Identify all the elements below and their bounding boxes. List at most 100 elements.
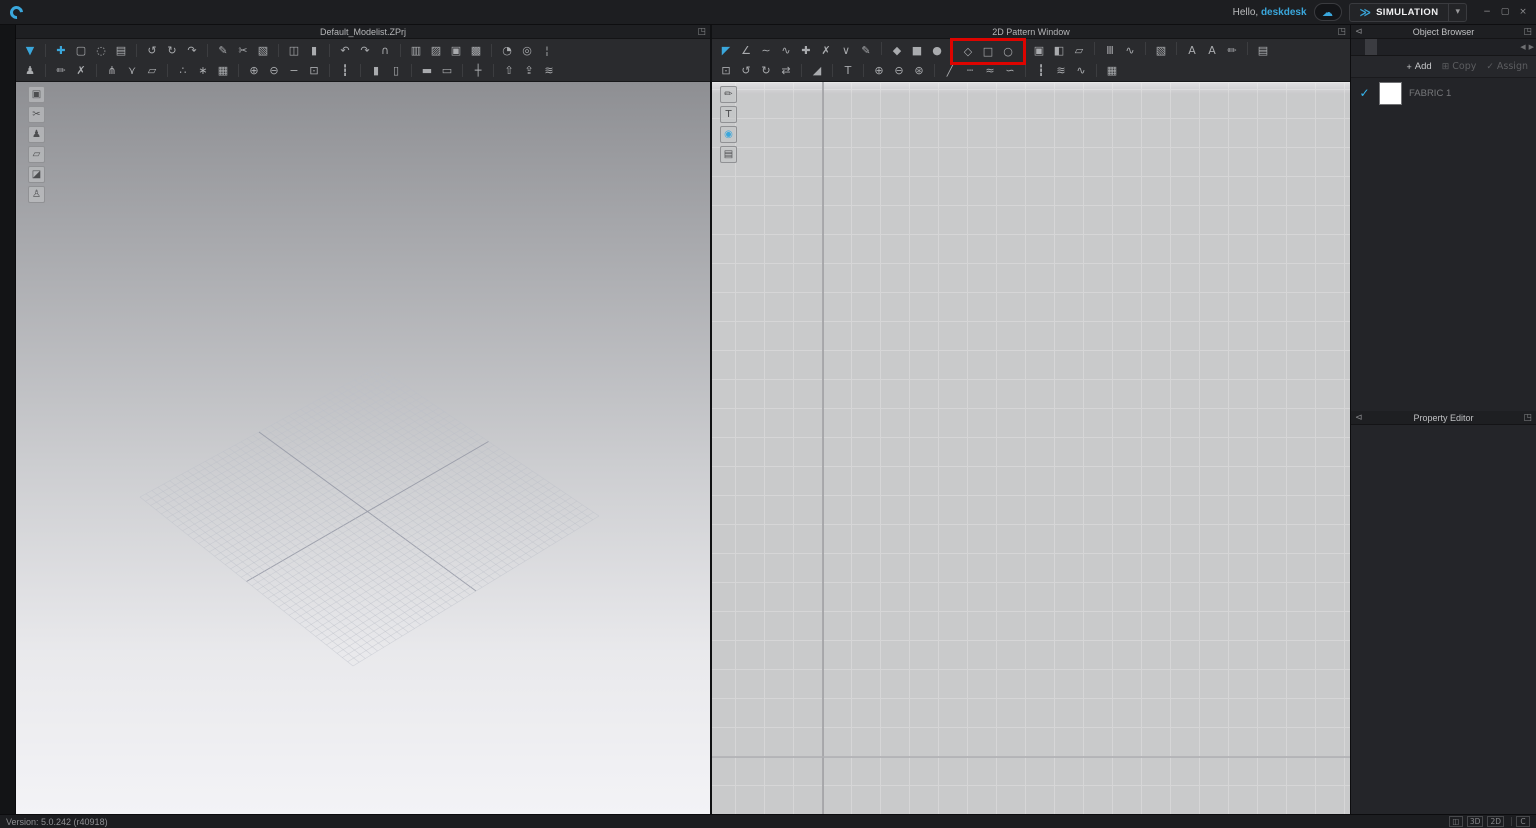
tab-buttonhole[interactable] — [1389, 39, 1401, 55]
button-tool[interactable]: ⊕ — [245, 62, 264, 79]
clo-set-cloud-button[interactable]: ☁ — [1314, 3, 1342, 21]
undock-icon[interactable]: ◳ — [1523, 25, 1532, 39]
fabric-list-item[interactable]: ✓FABRIC 1 — [1351, 78, 1536, 108]
tab-fabric[interactable] — [1365, 39, 1377, 55]
iron-tool[interactable]: ◢ — [808, 62, 827, 79]
fur-brush-tool[interactable]: ∴ — [174, 62, 193, 79]
simulate-tool[interactable]: ▼ — [21, 42, 40, 59]
flake-tool[interactable]: ∗ — [194, 62, 213, 79]
internal-polygon-tool[interactable]: ◇ — [959, 43, 978, 60]
fit-to-avatar-tool[interactable]: ◫ — [285, 42, 304, 59]
zipper-lock-tool[interactable]: ⊡ — [305, 62, 324, 79]
pin-tool[interactable]: ✏ — [52, 62, 71, 79]
tab-scene[interactable] — [1353, 39, 1365, 55]
trim-x-tool[interactable]: ⋔ — [103, 62, 122, 79]
unfold-tool[interactable]: ⊡ — [717, 62, 736, 79]
layout-split-button[interactable]: ◫ — [1449, 816, 1463, 827]
export-pattern-tool[interactable]: ▤ — [1254, 42, 1273, 59]
select-box-tool[interactable]: ▢ — [72, 42, 91, 59]
show-avatar-toggle[interactable]: ♟ — [28, 126, 45, 143]
text-tool[interactable]: A — [1203, 42, 1222, 59]
symmetric-paste-tool[interactable]: ⇄ — [777, 62, 796, 79]
transform-pattern-tool[interactable]: ◤ — [717, 42, 736, 59]
free-sewing-tool[interactable]: ▧ — [254, 42, 273, 59]
pin-remove-tool[interactable]: ✗ — [72, 62, 91, 79]
print-layout-tool[interactable]: ▧ — [1152, 42, 1171, 59]
buttonhole-tool[interactable]: ⊖ — [265, 62, 284, 79]
edit-curvature-tool[interactable]: ∿ — [777, 42, 796, 59]
dock-pin-icon[interactable]: ⊲ — [1355, 25, 1363, 39]
close-button[interactable]: × — [1516, 6, 1530, 19]
zipper-tool[interactable]: ┇ — [336, 62, 355, 79]
tab-scroll-right-icon[interactable]: ▶ — [1529, 43, 1534, 51]
base-line-tool[interactable]: ◧ — [1050, 42, 1069, 59]
username[interactable]: deskdesk — [1261, 7, 1307, 18]
buttonhole-place-tool[interactable]: ⊖ — [890, 62, 909, 79]
undock-icon[interactable]: ◳ — [697, 25, 706, 39]
3d-viewport[interactable]: ▣✂♟▱◪♙ — [16, 82, 710, 814]
zipper-2d-tool[interactable]: ┇ — [1032, 62, 1051, 79]
show-base-pattern-toggle[interactable]: ▤ — [720, 146, 737, 163]
quilt-tool[interactable]: ▩ — [467, 42, 486, 59]
align-center-tool[interactable]: ┼ — [469, 62, 488, 79]
edit-cut-tool[interactable]: ✗ — [817, 42, 836, 59]
select-mesh-lasso-tool[interactable]: ◔ — [498, 42, 517, 59]
minimize-button[interactable]: − — [1480, 6, 1494, 19]
select-move-tool[interactable]: ✚ — [52, 42, 71, 59]
magnifier-tool[interactable]: ◎ — [518, 42, 537, 59]
simulation-dropdown-button[interactable]: ▾ — [1448, 4, 1466, 21]
polygon-pattern-tool[interactable]: ◆ — [888, 42, 907, 59]
avatar-tape-tool[interactable]: ∩ — [376, 42, 395, 59]
fabric-strip-tool[interactable]: ▬ — [418, 62, 437, 79]
seam-allowance-tool[interactable]: ▱ — [1070, 42, 1089, 59]
button-fold-tool[interactable]: ⊛ — [910, 62, 929, 79]
trace-tool[interactable]: ✎ — [857, 42, 876, 59]
sewing-texture-tool[interactable]: ▱ — [143, 62, 162, 79]
dart-tool[interactable]: ▣ — [1030, 42, 1049, 59]
edit-sewing-tool[interactable]: ✎ — [214, 42, 233, 59]
trim-y-tool[interactable]: ⋎ — [123, 62, 142, 79]
button-place-tool[interactable]: ⊕ — [870, 62, 889, 79]
clone-rotate-right-tool[interactable]: ↻ — [757, 62, 776, 79]
show-floor-toggle[interactable]: ▱ — [28, 146, 45, 163]
tab-scroll-left-icon[interactable]: ◀ — [1520, 43, 1525, 51]
reset-2d-arrangement-selected-tool[interactable]: ↻ — [163, 42, 182, 59]
copy-button[interactable]: ⊞ Copy — [1442, 61, 1477, 72]
internal-ellipse-tool[interactable]: ○ — [999, 43, 1018, 60]
ellipse-pattern-tool[interactable]: ● — [928, 42, 947, 59]
gather-tool[interactable]: ∿ — [1072, 62, 1091, 79]
pleats-tool[interactable]: Ⅲ — [1101, 42, 1120, 59]
tab-topstitch[interactable] — [1401, 39, 1413, 55]
fill-grid-tool[interactable]: ▦ — [1103, 62, 1122, 79]
stitch-wave-tool[interactable]: ≋ — [1052, 62, 1071, 79]
activate-3d-garment-tool[interactable]: T — [839, 62, 858, 79]
show-mannequin-toggle[interactable]: ♙ — [28, 186, 45, 203]
pattern-info-toggle[interactable]: ◉ — [720, 126, 737, 143]
restore-button[interactable]: ▢ — [1498, 6, 1512, 19]
upload-garment-tool[interactable]: ⇪ — [520, 62, 539, 79]
reset-2d-arrangement-all-tool[interactable]: ↺ — [143, 42, 162, 59]
fabric-swatch[interactable] — [1379, 82, 1402, 105]
select-lasso-tool[interactable]: ◌ — [92, 42, 111, 59]
layout-3d-button[interactable]: 3D — [1467, 816, 1484, 827]
avatar-rotate-right-tool[interactable]: ↷ — [356, 42, 375, 59]
undock-icon[interactable]: ◳ — [1337, 25, 1346, 39]
add-point-split-tool[interactable]: ✚ — [797, 42, 816, 59]
quilt-grid-tool[interactable]: ▦ — [214, 62, 233, 79]
assign-button[interactable]: ✓ Assign — [1486, 61, 1528, 72]
flatten-garment-tool[interactable]: ▥ — [407, 42, 426, 59]
layer-clone-tool[interactable]: ▨ — [427, 42, 446, 59]
fabric-panel-tool[interactable]: ▭ — [438, 62, 457, 79]
steam-tool[interactable]: ≋ — [540, 62, 559, 79]
edit-pattern-tool[interactable]: ∠ — [737, 42, 756, 59]
layout-2d-button[interactable]: 2D — [1487, 816, 1504, 827]
undock-icon[interactable]: ◳ — [1523, 411, 1532, 425]
dock-pin-icon[interactable]: ⊲ — [1355, 411, 1363, 425]
clo-set-button[interactable]: C — [1516, 816, 1530, 827]
export-garment-tool[interactable]: ⇧ — [500, 62, 519, 79]
tab-button[interactable] — [1377, 39, 1389, 55]
pleats-sewing-tool[interactable]: ∿ — [1121, 42, 1140, 59]
rectangle-pattern-tool[interactable]: ■ — [908, 42, 927, 59]
add-button[interactable]: + Add — [1407, 61, 1432, 72]
avatar-rotate-left-tool[interactable]: ↶ — [336, 42, 355, 59]
